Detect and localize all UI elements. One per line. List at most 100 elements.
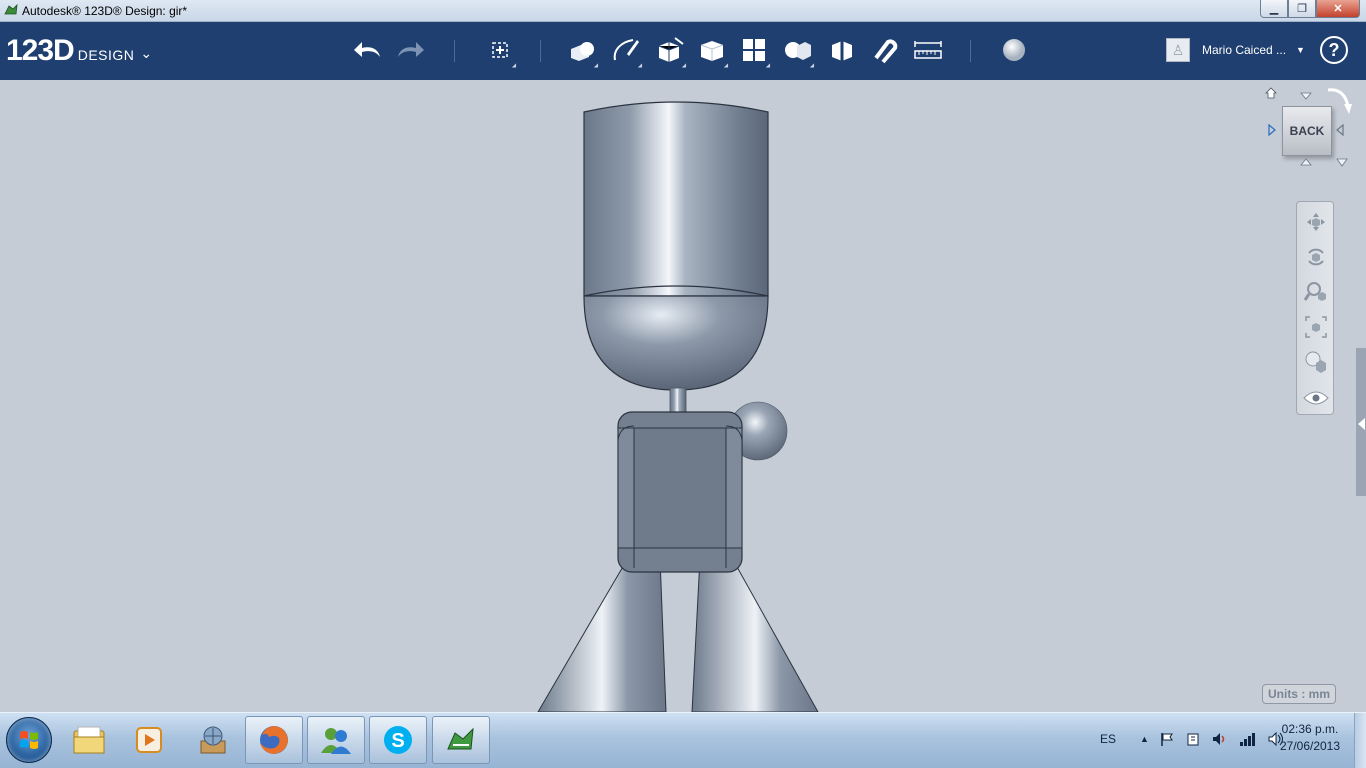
ruler-icon [914,41,942,59]
primitives-button[interactable] [566,34,601,70]
body[interactable] [617,411,743,573]
modify-button[interactable] [696,34,731,70]
home-icon[interactable] [1264,86,1278,100]
maximize-button[interactable]: ❐ [1288,0,1316,18]
help-button[interactable]: ? [1320,36,1348,64]
pan-button[interactable] [1302,208,1330,236]
navigation-bar [1296,201,1334,415]
viewcube-arrow-down-icon[interactable] [1300,92,1312,100]
undo-button[interactable] [352,34,384,66]
right-leg[interactable] [691,557,819,712]
taskbar-messenger[interactable] [307,716,365,764]
network-signal-icon[interactable] [1239,731,1257,747]
transform-button[interactable] [484,34,519,70]
windows-taskbar: S ES ▲ 02:36 p.m. 27/06/2013 [0,712,1366,768]
logo-text: 123D [6,34,75,67]
eye-icon [1303,391,1329,405]
volume-icon[interactable] [1211,731,1229,747]
taskbar-media-player[interactable] [120,716,178,764]
avatar-icon: ♙ [1171,41,1185,58]
user-account-menu[interactable]: ♙ Mario Caiced ... ▼ [1166,38,1305,62]
main-toolbar: 123D DESIGN ⌄ ♙ Mario Caiced ... ▼ ? [0,22,1366,80]
start-button[interactable] [6,717,52,763]
modify-icon [700,41,724,61]
minimize-button[interactable]: ▁ [1260,0,1288,18]
window-controls: ▁ ❐ ✕ [1260,0,1360,18]
expand-panel-icon[interactable] [1358,418,1365,430]
language-indicator[interactable]: ES [1100,732,1116,746]
zoom-button[interactable] [1302,278,1330,306]
app-icon [4,3,18,15]
chevron-down-icon: ⌄ [140,45,153,61]
orbit-button[interactable] [1302,243,1330,271]
sketch-button[interactable] [610,34,645,70]
taskbar-skype[interactable]: S [369,716,427,764]
fit-view-icon [1305,316,1327,338]
redo-button[interactable] [394,34,426,66]
window-title: Autodesk® 123D® Design: gir* [22,4,188,18]
taskbar-123d-design[interactable] [432,716,490,764]
units-indicator[interactable]: Units : mm [1262,684,1336,704]
viewcube[interactable]: BACK [1262,84,1352,170]
device-icon[interactable] [1185,731,1201,747]
transform-icon [492,42,508,58]
firefox-icon [260,726,288,754]
undo-icon [354,42,380,57]
app-menu-button[interactable]: 123D DESIGN ⌄ [6,34,152,68]
clock-date: 27/06/2013 [1279,739,1341,753]
zoom-icon [1304,282,1326,301]
taskbar-firefox[interactable] [245,716,303,764]
taskbar-explorer[interactable] [60,716,118,764]
action-center-flag-icon[interactable] [1159,731,1175,747]
group-button[interactable] [782,34,817,70]
clock[interactable]: 02:36 p.m. 27/06/2013 [1272,721,1348,755]
redo-icon [398,42,424,57]
clock-time: 02:36 p.m. [1281,722,1339,736]
show-desktop-button[interactable] [1354,713,1366,768]
combine-icon [832,41,852,61]
123d-design-icon [447,727,474,750]
material-sphere-icon [1003,39,1025,61]
svg-text:S: S [391,730,404,752]
pattern-button[interactable] [738,34,773,70]
view-style-button[interactable] [1302,348,1330,376]
fit-view-button[interactable] [1302,313,1330,341]
pattern-icon [743,39,765,61]
magnet-icon [874,39,898,64]
viewcube-arrow-up-icon[interactable] [1300,158,1312,166]
snap-button[interactable] [868,34,900,66]
logo-subtext: DESIGN [77,47,135,63]
window-titlebar: Autodesk® 123D® Design: gir* ▁ ❐ ✕ [0,0,1366,22]
pan-icon [1307,213,1325,231]
viewcube-arrow-left-icon[interactable] [1336,124,1344,136]
toolbar-separator [540,40,541,62]
gir-robot-model[interactable] [520,80,840,712]
viewcube-face[interactable]: BACK [1282,106,1332,156]
group-icon [785,42,811,60]
sketch-icon [613,39,639,61]
library-icon [200,726,226,754]
viewcube-menu-icon[interactable] [1336,158,1348,168]
visibility-button[interactable] [1302,384,1330,412]
construct-button[interactable] [654,34,689,70]
toolbar-separator [970,40,971,62]
primitives-icon [571,42,594,61]
measure-button[interactable] [912,34,944,66]
chevron-down-icon: ▼ [1296,45,1305,55]
messenger-icon [321,728,351,754]
orbit-icon [1308,248,1324,266]
toolbar-separator [454,40,455,62]
viewcube-arrow-right-icon[interactable] [1268,124,1276,136]
material-button[interactable] [998,34,1030,66]
combine-button[interactable] [826,34,858,66]
head[interactable] [583,101,769,391]
user-name: Mario Caiced ... [1202,43,1287,57]
visual-style-icon [1305,351,1326,373]
left-leg[interactable] [537,557,667,712]
system-tray: ES ▲ [1100,731,1285,747]
show-hidden-icons[interactable]: ▲ [1140,734,1149,744]
file-explorer-icon [73,726,105,754]
avatar: ♙ [1166,38,1190,62]
close-button[interactable]: ✕ [1316,0,1360,18]
taskbar-library[interactable] [184,716,242,764]
